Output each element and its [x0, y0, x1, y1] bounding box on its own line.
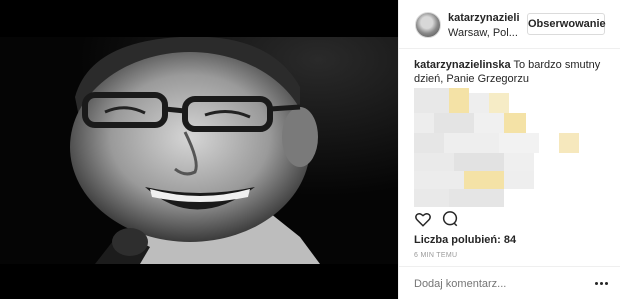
post-media[interactable]	[0, 0, 398, 299]
username-link[interactable]: katarzynazieli	[448, 12, 523, 24]
post-photo	[0, 37, 398, 264]
location-link[interactable]: Warsaw, Pol...	[448, 27, 518, 39]
post-side-panel: katarzynazieli Warsaw, Pol... Obserwowan…	[398, 0, 620, 299]
post-header: katarzynazieli Warsaw, Pol... Obserwowan…	[399, 0, 620, 49]
heart-icon[interactable]	[414, 210, 432, 228]
follow-button[interactable]: Obserwowanie	[527, 13, 606, 35]
post-actions	[414, 210, 609, 228]
add-comment-bar	[399, 266, 620, 299]
comment-input[interactable]	[414, 276, 584, 292]
comment-item: katarzynazielinska To bardzo smutny dzie…	[414, 58, 609, 86]
comment-author[interactable]: katarzynazielinska	[414, 59, 511, 71]
comment-list: katarzynazielinska To bardzo smutny dzie…	[414, 58, 609, 86]
likes-count[interactable]: Liczba polubień: 84	[414, 234, 516, 246]
blurred-content	[414, 88, 604, 208]
post-timestamp: 6 MIN TEMU	[414, 252, 458, 259]
avatar[interactable]	[415, 12, 441, 38]
speech-bubble-icon[interactable]	[441, 210, 459, 228]
more-options-icon[interactable]	[595, 277, 609, 289]
